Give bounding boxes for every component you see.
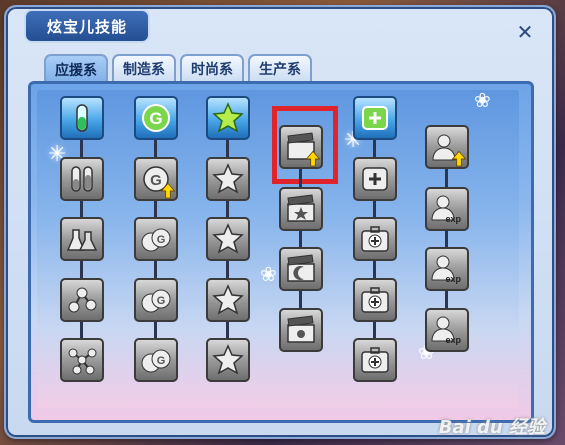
test-tubes-icon[interactable] bbox=[60, 157, 104, 201]
svg-text:exp: exp bbox=[445, 335, 461, 345]
star-badge-icon[interactable] bbox=[206, 338, 250, 382]
person-upgrade-icon[interactable] bbox=[425, 125, 469, 169]
watermark: Bai du 经验 bbox=[438, 417, 545, 438]
tab-support[interactable]: 应援系 bbox=[44, 54, 108, 84]
tab-crafting[interactable]: 制造系 bbox=[112, 54, 176, 82]
window-title: 炫宝儿技能 bbox=[24, 9, 150, 43]
svg-text:G: G bbox=[157, 295, 166, 307]
clapper-moon-icon[interactable] bbox=[279, 247, 323, 291]
person-exp-icon[interactable]: exp bbox=[425, 308, 469, 352]
g-coin-icon[interactable]: G bbox=[134, 96, 178, 140]
molecule-large-icon[interactable] bbox=[60, 338, 104, 382]
flower-decoration: ❀ bbox=[474, 88, 491, 112]
flower-decoration: ❀ bbox=[260, 262, 277, 286]
star-badge-icon[interactable] bbox=[206, 157, 250, 201]
star-badge-icon[interactable] bbox=[206, 217, 250, 261]
test-tube-icon[interactable] bbox=[60, 96, 104, 140]
star-badge-icon[interactable] bbox=[206, 278, 250, 322]
clapper-sun-icon[interactable] bbox=[279, 308, 323, 352]
molecule-small-icon[interactable] bbox=[60, 278, 104, 322]
tab-bar: 应援系 制造系 时尚系 生产系 bbox=[44, 54, 312, 84]
flasks-icon[interactable] bbox=[60, 217, 104, 261]
tab-production[interactable]: 生产系 bbox=[248, 54, 312, 82]
g-coins-2-icon[interactable]: G bbox=[134, 217, 178, 261]
svg-text:G: G bbox=[157, 234, 166, 246]
g-coin-upgrade-icon[interactable]: G bbox=[134, 157, 178, 201]
medkit-icon[interactable] bbox=[353, 278, 397, 322]
plus-box-icon[interactable] bbox=[353, 157, 397, 201]
g-coins-3-icon[interactable]: G bbox=[134, 278, 178, 322]
person-exp-icon[interactable]: exp bbox=[425, 247, 469, 291]
svg-text:G: G bbox=[157, 355, 166, 367]
clapper-star-icon[interactable] bbox=[279, 187, 323, 231]
person-exp-icon[interactable]: exp bbox=[425, 187, 469, 231]
svg-text:exp: exp bbox=[445, 214, 461, 224]
clapper-upgrade-icon[interactable] bbox=[279, 125, 323, 169]
medkit-icon[interactable] bbox=[353, 96, 397, 140]
svg-text:G: G bbox=[149, 109, 162, 128]
medkit-icon[interactable] bbox=[353, 338, 397, 382]
g-coins-4-icon[interactable]: G bbox=[134, 338, 178, 382]
tab-fashion[interactable]: 时尚系 bbox=[180, 54, 244, 82]
medkit-icon[interactable] bbox=[353, 217, 397, 261]
close-button[interactable]: ✕ bbox=[514, 21, 536, 43]
svg-text:exp: exp bbox=[445, 274, 461, 284]
star-badge-icon[interactable] bbox=[206, 96, 250, 140]
